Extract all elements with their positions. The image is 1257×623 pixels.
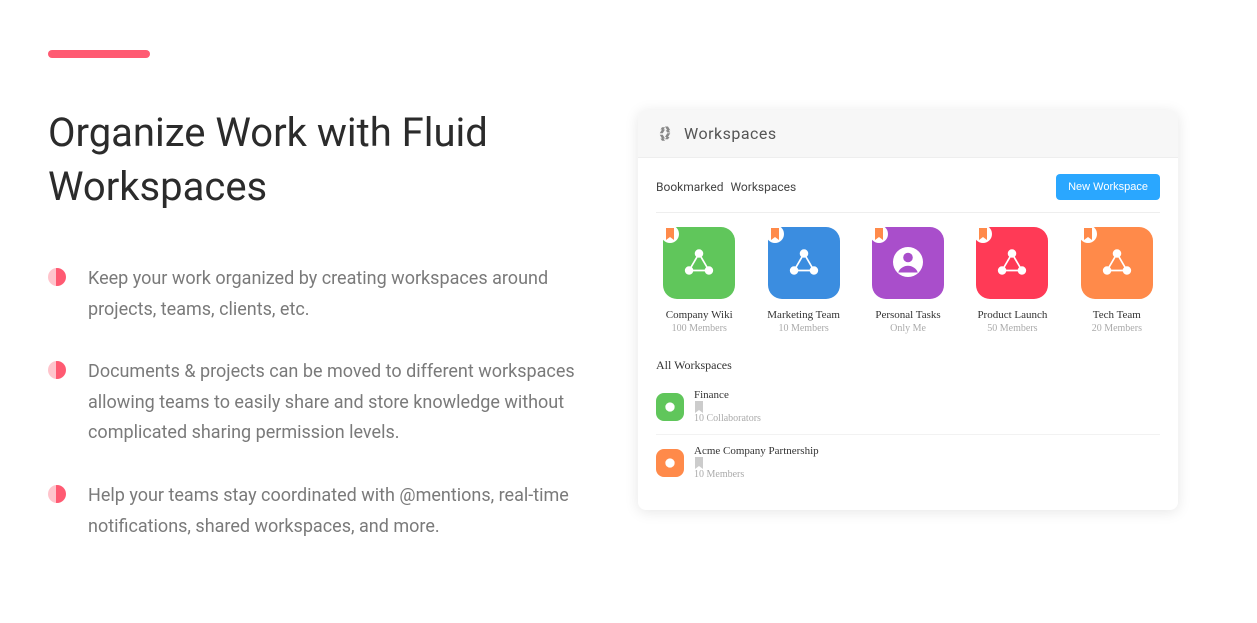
bookmark-icon[interactable]: [870, 225, 888, 243]
bookmarked-label: Bookmarked Workspaces: [656, 180, 800, 194]
tile-name: Personal Tasks: [865, 309, 951, 321]
avatar-icon: [890, 244, 926, 283]
bullet-item: Keep your work organized by creating wor…: [48, 264, 588, 325]
bookmark-icon[interactable]: [766, 225, 784, 243]
share-icon: [1100, 245, 1134, 282]
tile-name: Marketing Team: [760, 309, 846, 321]
bullet-dot-icon: [48, 268, 66, 286]
workspace-tile[interactable]: Personal Tasks Only Me: [865, 227, 951, 334]
share-icon: [995, 245, 1029, 282]
bookmarked-tiles: Company Wiki 100 Members Marketing Team 10 …: [656, 227, 1160, 334]
bookmark-icon[interactable]: [694, 457, 824, 469]
row-icon: [656, 449, 684, 477]
tile-subtext: 20 Members: [1074, 323, 1160, 334]
section-heading: Organize Work with Fluid Workspaces: [48, 106, 588, 214]
bookmark-icon[interactable]: [661, 225, 679, 243]
row-subtext: 10 Members: [694, 469, 824, 480]
bullet-text: Help your teams stay coordinated with @m…: [88, 481, 588, 542]
tile-subtext: 50 Members: [969, 323, 1055, 334]
bullet-text: Keep your work organized by creating wor…: [88, 264, 588, 325]
row-name: Acme Company Partnership: [694, 445, 824, 469]
tile-subtext: Only Me: [865, 323, 951, 334]
bullet-item: Help your teams stay coordinated with @m…: [48, 481, 588, 542]
feature-bullets: Keep your work organized by creating wor…: [48, 264, 588, 542]
all-workspaces-label: All Workspaces: [656, 358, 1160, 373]
tile-icon-box: [976, 227, 1048, 299]
row-name: Finance: [694, 389, 761, 413]
bookmark-icon[interactable]: [1079, 225, 1097, 243]
divider: [656, 212, 1160, 213]
new-workspace-button[interactable]: New Workspace: [1056, 174, 1160, 200]
workspace-tile[interactable]: Marketing Team 10 Members: [760, 227, 846, 334]
workspace-tile[interactable]: Tech Team 20 Members: [1074, 227, 1160, 334]
tile-name: Product Launch: [969, 309, 1055, 321]
row-subtext: 10 Collaborators: [694, 413, 761, 424]
tile-name: Tech Team: [1074, 309, 1160, 321]
tile-icon-box: [1081, 227, 1153, 299]
workspace-tile[interactable]: Company Wiki 100 Members: [656, 227, 742, 334]
bookmark-icon[interactable]: [694, 401, 761, 413]
tile-icon-box: [768, 227, 840, 299]
tile-name: Company Wiki: [656, 309, 742, 321]
tile-subtext: 100 Members: [656, 323, 742, 334]
accent-bar: [48, 50, 150, 58]
row-icon: [656, 393, 684, 421]
workspace-row[interactable]: Acme Company Partnership 10 Members: [656, 434, 1160, 486]
tile-icon-box: [663, 227, 735, 299]
bullet-text: Documents & projects can be moved to dif…: [88, 357, 588, 449]
bullet-dot-icon: [48, 361, 66, 379]
panel-header: Workspaces: [638, 110, 1178, 158]
workspaces-panel: Workspaces Bookmarked Workspaces New Wor…: [638, 110, 1178, 510]
bullet-item: Documents & projects can be moved to dif…: [48, 357, 588, 449]
bullet-dot-icon: [48, 485, 66, 503]
tile-subtext: 10 Members: [760, 323, 846, 334]
workspaces-icon: [656, 125, 674, 143]
share-icon: [682, 245, 716, 282]
bookmark-icon[interactable]: [974, 225, 992, 243]
marketing-copy: Organize Work with Fluid Workspaces Keep…: [48, 50, 588, 574]
tile-icon-box: [872, 227, 944, 299]
workspace-tile[interactable]: Product Launch 50 Members: [969, 227, 1055, 334]
share-icon: [787, 245, 821, 282]
workspace-row[interactable]: Finance 10 Collaborators: [656, 383, 1160, 430]
panel-title: Workspaces: [684, 124, 777, 143]
